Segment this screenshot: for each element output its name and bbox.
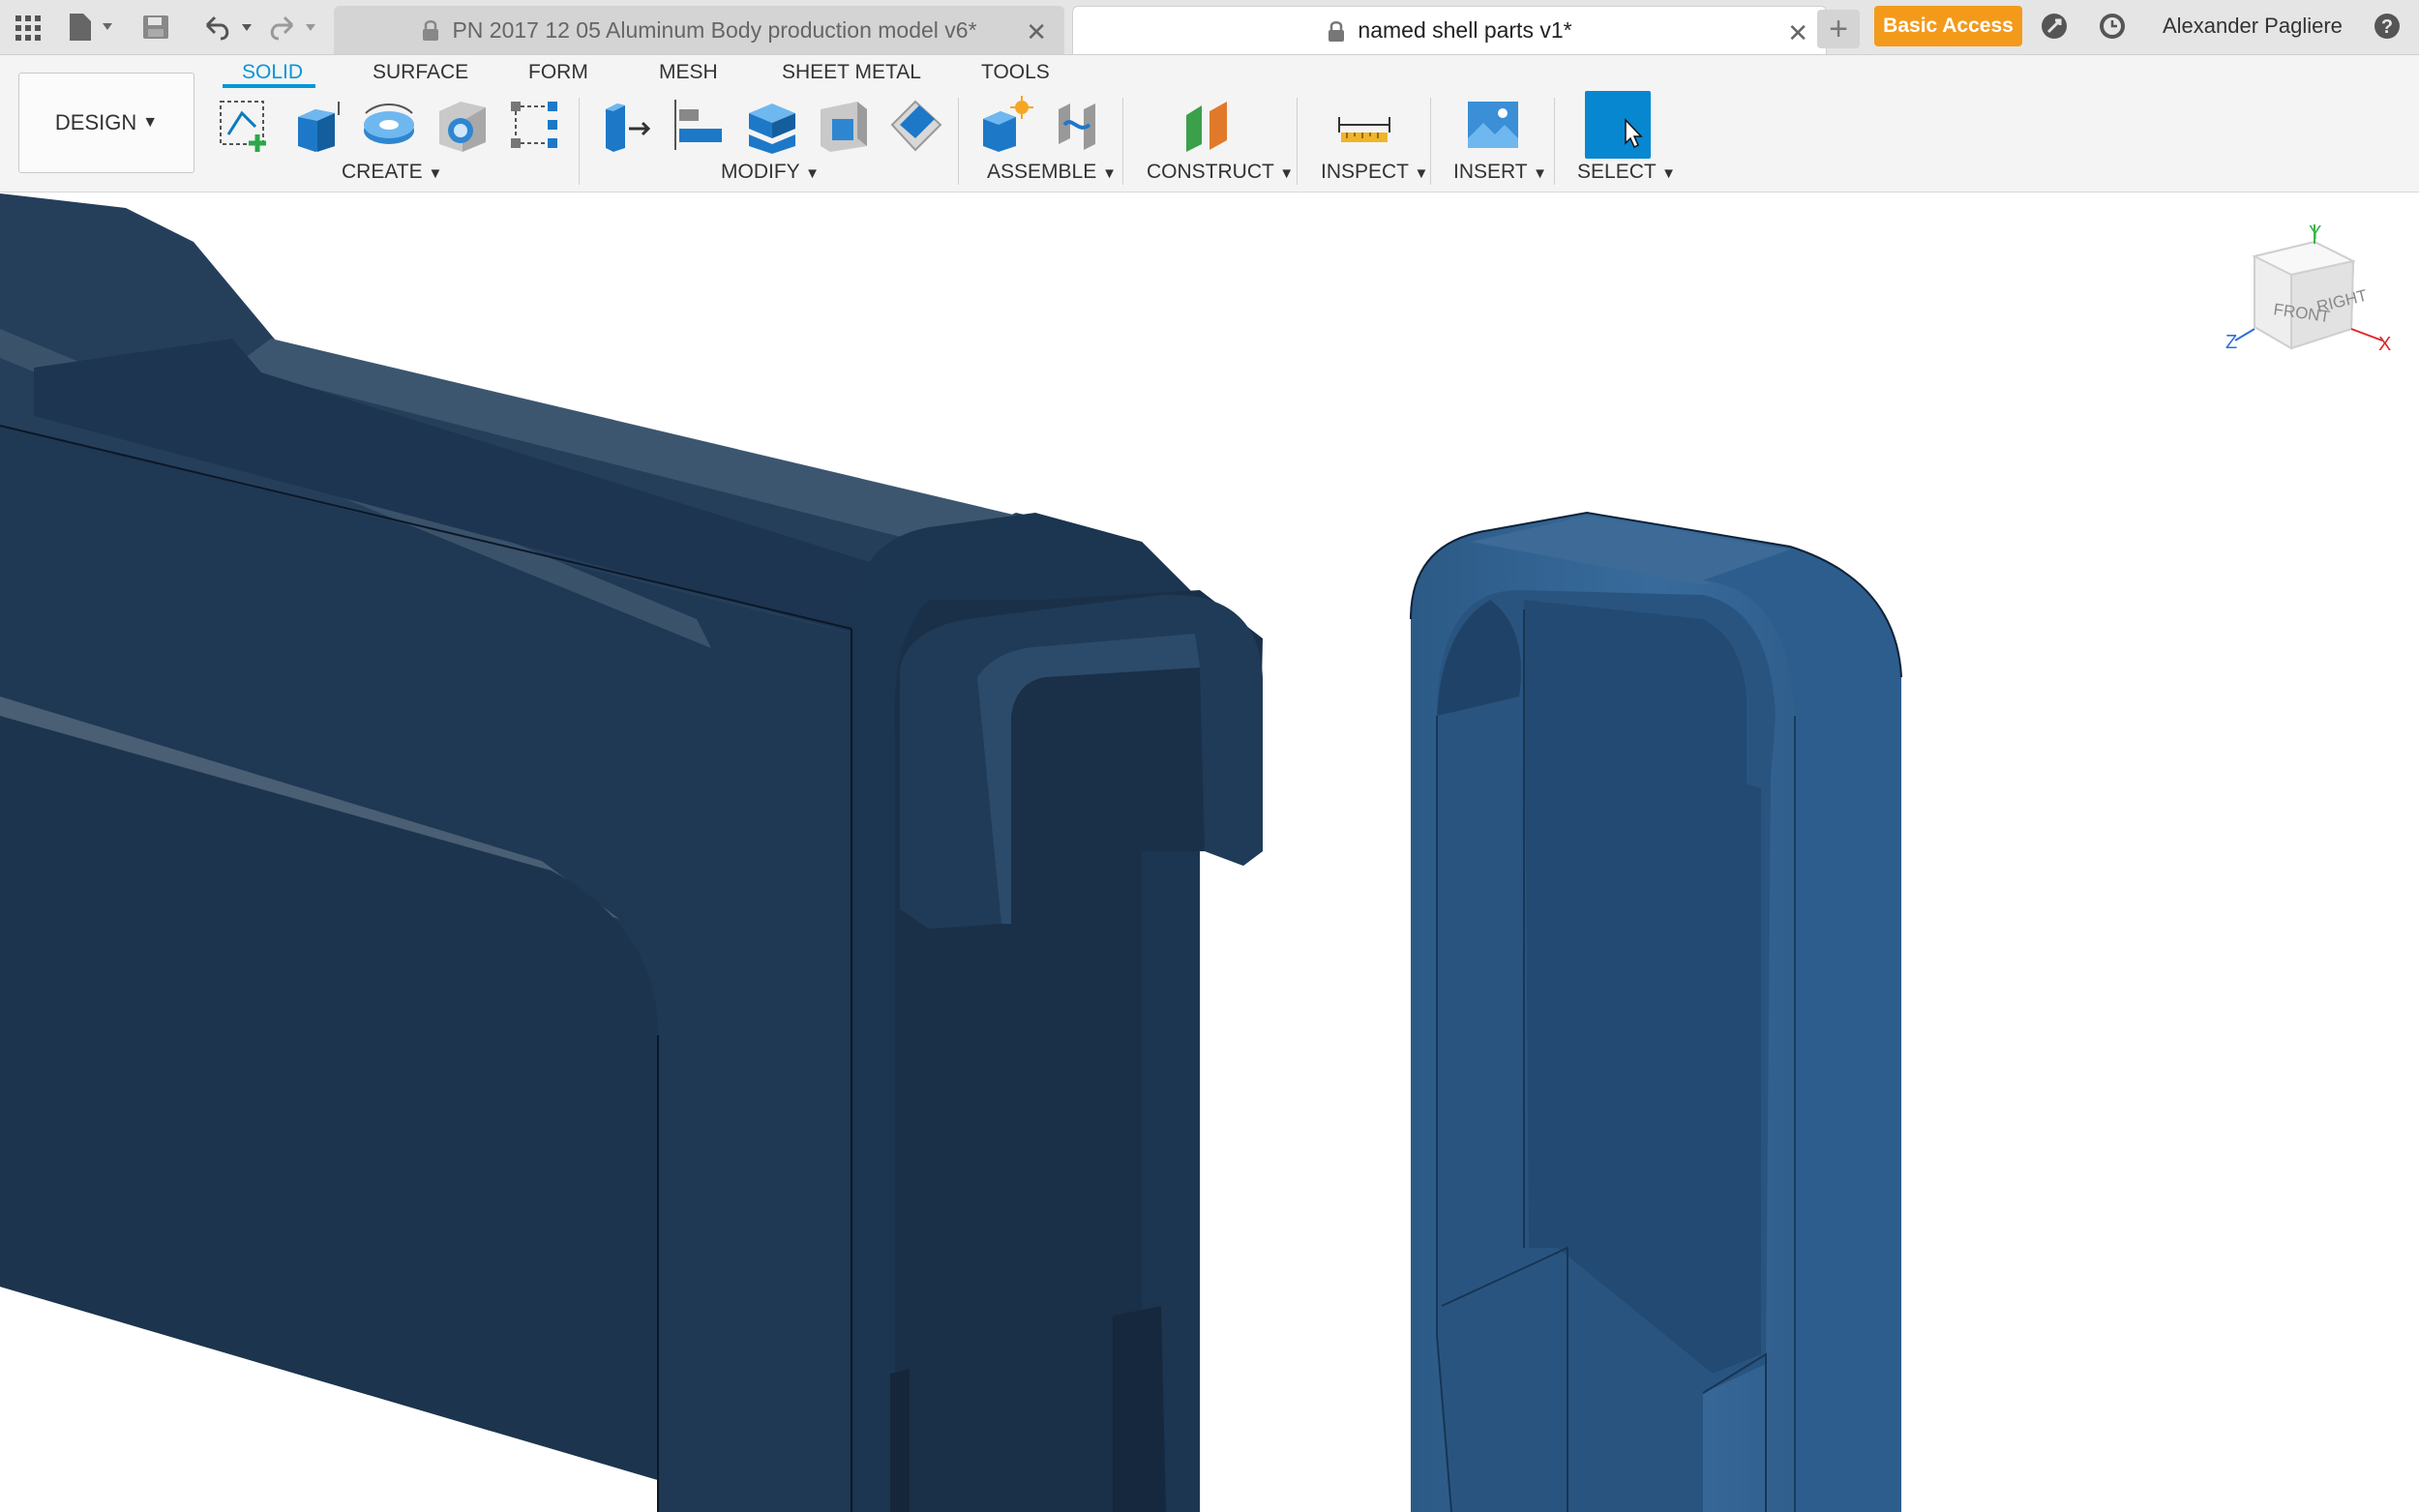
chevron-down-icon: ▼ — [805, 165, 820, 182]
pattern-icon[interactable] — [505, 96, 563, 154]
toolbar-separator — [1430, 98, 1431, 185]
group-construct-label: CONSTRUCT — [1147, 161, 1274, 183]
group-select[interactable]: SELECT ▼ — [1577, 161, 1676, 184]
3d-model-view[interactable]: FRONT RIGHT Y Z X — [0, 193, 2419, 1512]
job-status-icon[interactable] — [2040, 12, 2069, 41]
save-icon[interactable] — [141, 14, 170, 41]
title-tab-bar: PN 2017 12 05 Aluminum Body production m… — [0, 0, 2419, 55]
plus-icon: + — [1829, 10, 1848, 47]
scale-icon[interactable] — [886, 96, 944, 154]
clock-icon[interactable] — [2098, 12, 2127, 41]
revolve-icon[interactable] — [360, 96, 418, 154]
lock-icon — [1329, 20, 1345, 42]
view-cube[interactable]: FRONT RIGHT Y Z X — [2225, 222, 2391, 355]
group-assemble[interactable]: ASSEMBLE ▼ — [987, 161, 1117, 184]
tab-form[interactable]: FORM — [528, 61, 588, 84]
chevron-down-icon: ▼ — [428, 165, 443, 182]
hole-icon[interactable] — [433, 96, 492, 154]
chevron-down-icon: ▼ — [1102, 165, 1117, 182]
redo-icon[interactable] — [267, 14, 325, 43]
combine-icon[interactable] — [815, 96, 873, 154]
axis-x-label: X — [2378, 334, 2391, 355]
workspace-label: DESIGN — [54, 110, 137, 134]
group-select-label: SELECT — [1577, 161, 1657, 183]
chevron-down-icon: ▼ — [1533, 165, 1547, 182]
chevron-down-icon: ▼ — [1279, 165, 1295, 182]
group-create[interactable]: CREATE ▼ — [342, 161, 442, 184]
toolbar-separator — [579, 98, 580, 185]
active-tab-indicator — [223, 84, 315, 88]
measure-icon[interactable] — [1335, 96, 1393, 154]
axis-y-label: Y — [2309, 222, 2321, 244]
tab-pn-aluminum-body[interactable]: PN 2017 12 05 Aluminum Body production m… — [334, 6, 1064, 54]
create-sketch-icon[interactable] — [215, 96, 273, 154]
left-housing-body[interactable] — [0, 193, 1263, 1512]
insert-image-icon[interactable] — [1464, 96, 1522, 154]
tab-solid[interactable]: SOLID — [242, 61, 303, 84]
right-shell-part[interactable] — [1410, 511, 1902, 1512]
group-construct[interactable]: CONSTRUCT ▼ — [1147, 161, 1294, 184]
group-assemble-label: ASSEMBLE — [987, 161, 1097, 183]
chevron-down-icon: ▼ — [1661, 165, 1677, 182]
group-modify-label: MODIFY — [721, 161, 800, 183]
joint-icon[interactable] — [1049, 96, 1107, 154]
group-insert[interactable]: INSERT ▼ — [1453, 161, 1547, 184]
group-create-label: CREATE — [342, 161, 423, 183]
close-icon[interactable]: ✕ — [1787, 18, 1808, 48]
new-component-icon[interactable] — [977, 96, 1035, 154]
grid-icon[interactable] — [14, 14, 43, 43]
tab-surface[interactable]: SURFACE — [373, 61, 468, 84]
toolbar-separator — [958, 98, 959, 185]
tab-sheet-metal[interactable]: SHEET METAL — [782, 61, 921, 84]
group-inspect-label: INSPECT — [1321, 161, 1409, 183]
design-toolbar: DESIGN ▼ SOLID SURFACE FORM MESH SHEET M… — [0, 55, 2419, 193]
help-icon[interactable]: ? — [2373, 12, 2402, 41]
group-insert-label: INSERT — [1453, 161, 1528, 183]
undo-icon[interactable] — [199, 14, 257, 43]
shell-icon[interactable] — [743, 96, 801, 154]
close-icon[interactable]: ✕ — [1026, 17, 1047, 47]
help-label: ? — [2381, 16, 2393, 38]
tab-named-shell-parts[interactable]: named shell parts v1* ✕ — [1072, 6, 1827, 54]
chevron-down-icon: ▼ — [1414, 165, 1429, 182]
align-icon[interactable] — [670, 96, 728, 154]
toolbar-separator — [1297, 98, 1298, 185]
group-modify[interactable]: MODIFY ▼ — [721, 161, 820, 184]
file-icon[interactable] — [68, 12, 122, 43]
new-tab-button[interactable]: + — [1817, 10, 1860, 48]
toolbar-separator — [1122, 98, 1123, 185]
select-tool-button[interactable] — [1585, 91, 1651, 159]
tab-tools[interactable]: TOOLS — [981, 61, 1050, 84]
chevron-down-icon: ▼ — [142, 114, 159, 131]
offset-plane-icon[interactable] — [1180, 96, 1239, 154]
extrude-icon[interactable] — [288, 96, 346, 154]
axis-z-label: Z — [2225, 332, 2237, 353]
tab-title: PN 2017 12 05 Aluminum Body production m… — [452, 16, 977, 43]
toolbar-separator — [1554, 98, 1555, 185]
group-inspect[interactable]: INSPECT ▼ — [1321, 161, 1428, 184]
tab-mesh[interactable]: MESH — [659, 61, 718, 84]
basic-access-button[interactable]: Basic Access — [1874, 6, 2022, 46]
canvas-viewport[interactable]: FRONT RIGHT Y Z X — [0, 193, 2419, 1512]
lock-icon — [423, 20, 439, 41]
press-pull-icon[interactable] — [596, 96, 654, 154]
user-name[interactable]: Alexander Pagliere — [2163, 14, 2343, 39]
tab-title: named shell parts v1* — [1358, 17, 1572, 43]
cursor-icon — [1625, 118, 1643, 149]
workspace-switcher[interactable]: DESIGN ▼ — [18, 73, 194, 173]
